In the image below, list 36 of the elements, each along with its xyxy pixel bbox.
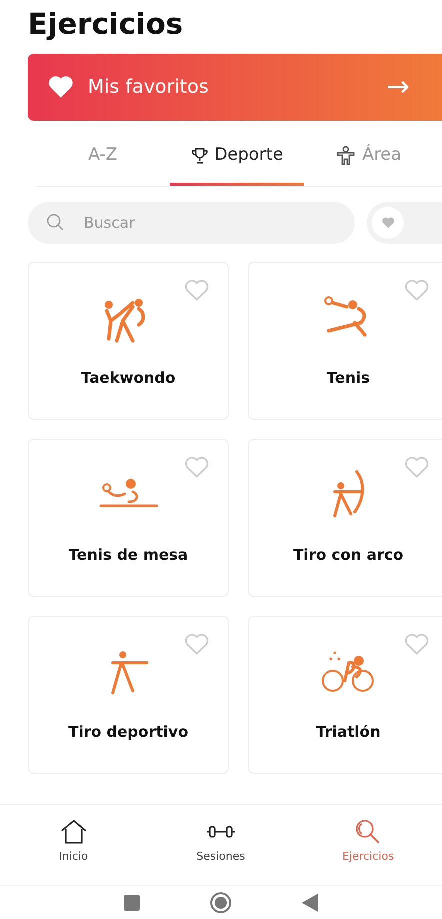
page-title: Ejercicios	[28, 6, 184, 43]
nav-tab[interactable]: Inicio	[0, 805, 148, 884]
sport-name: Tenis	[326, 368, 370, 389]
heart-icon	[48, 75, 74, 100]
recents-button[interactable]	[124, 894, 140, 910]
trophy-icon	[190, 146, 209, 165]
sport-name: Tiro deportivo	[68, 722, 189, 743]
sport-card[interactable]: Tenis de mesa	[28, 438, 229, 597]
favorite-heart-icon[interactable]	[404, 278, 430, 302]
home-icon	[60, 819, 88, 845]
favorite-heart-icon[interactable]	[184, 632, 210, 656]
tab[interactable]: Deporte	[170, 138, 304, 186]
favorites-toggle[interactable]	[367, 202, 442, 244]
favorite-heart-icon[interactable]	[404, 456, 430, 479]
sport-name: Tenis de mesa	[68, 544, 188, 566]
favorite-heart-icon[interactable]	[184, 278, 210, 302]
person-icon	[336, 146, 356, 166]
sport-card[interactable]: Tiro con arco	[248, 438, 442, 597]
favorite-heart-icon[interactable]	[404, 632, 430, 656]
sport-name: Taekwondo	[81, 368, 176, 389]
arrow-icon: →	[386, 73, 410, 102]
favorite-heart-icon[interactable]	[184, 456, 210, 479]
nav-tab[interactable]: Sesiones	[147, 805, 295, 884]
search-icon	[46, 212, 66, 233]
favorites-banner[interactable]: Mis favoritos →	[28, 54, 442, 121]
sport-card[interactable]: Taekwondo	[28, 262, 229, 420]
sport-card[interactable]: Triatlón	[248, 616, 442, 774]
back-button[interactable]	[302, 894, 318, 912]
sport-card[interactable]: Tiro deportivo	[28, 616, 229, 774]
search-icon	[354, 819, 382, 845]
sport-name: Triatlón	[316, 722, 381, 743]
sport-name: Tiro con arco	[293, 544, 404, 566]
heart-icon	[382, 216, 394, 229]
search-field[interactable]: Buscar	[28, 202, 355, 244]
home-button[interactable]	[210, 892, 232, 914]
sport-card[interactable]: Tenis	[248, 262, 442, 420]
